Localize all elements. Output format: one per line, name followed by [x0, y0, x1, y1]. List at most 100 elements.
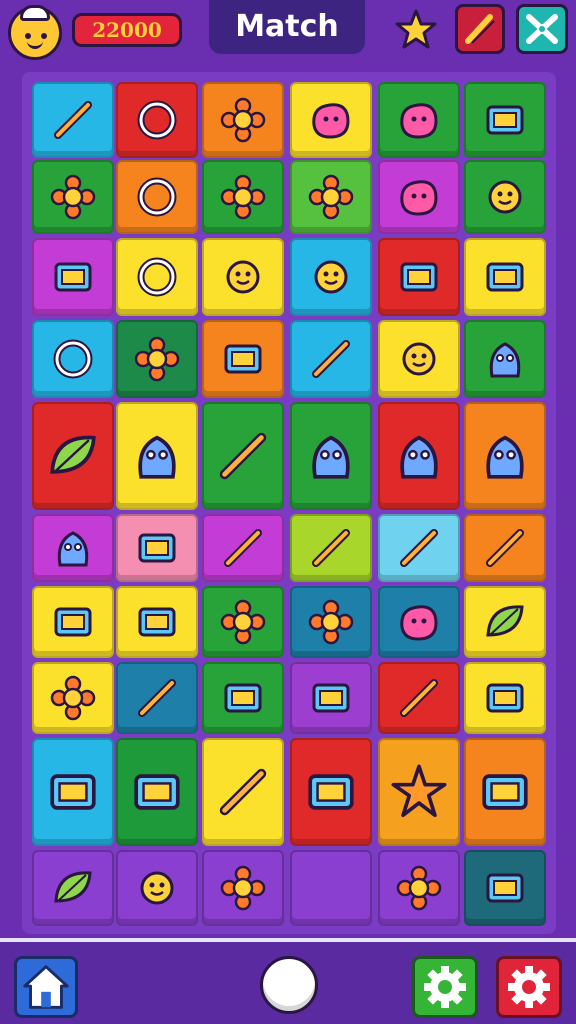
board-tile[interactable] [202, 82, 284, 158]
board-tile[interactable] [290, 586, 372, 658]
board-tile[interactable] [116, 320, 198, 398]
board-tile[interactable] [464, 238, 546, 316]
board-tile[interactable] [32, 160, 114, 234]
board-tile[interactable] [290, 514, 372, 582]
lollipop-icon [138, 679, 176, 717]
disc-record-icon [137, 177, 177, 217]
board-tile[interactable] [202, 662, 284, 734]
board-tile[interactable] [32, 320, 114, 398]
board-tile[interactable] [378, 160, 460, 234]
board-tile[interactable] [202, 514, 284, 582]
board-tile[interactable] [32, 850, 114, 926]
score-counter: 22000 [72, 13, 182, 47]
chef-hat-icon [20, 5, 50, 21]
board-tile[interactable] [378, 320, 460, 398]
bottom-bar [0, 938, 576, 1024]
board-tile[interactable] [290, 82, 372, 158]
board-tile[interactable] [290, 320, 372, 398]
board-tile[interactable] [290, 850, 372, 926]
board-tile[interactable] [378, 850, 460, 926]
board-tile[interactable] [116, 238, 198, 316]
board-tile[interactable] [32, 402, 114, 510]
red-sun-icon [220, 599, 266, 645]
star-icon [395, 9, 437, 49]
board-tile[interactable] [32, 82, 114, 158]
board-tile[interactable] [202, 320, 284, 398]
board-tile[interactable] [202, 738, 284, 846]
board-tile[interactable] [32, 238, 114, 316]
board-tile[interactable] [378, 402, 460, 510]
settings-button-green[interactable] [412, 956, 478, 1018]
board-tile[interactable] [464, 514, 546, 582]
board-tile[interactable] [32, 586, 114, 658]
board-tile[interactable] [290, 662, 372, 734]
board-tile[interactable] [464, 160, 546, 234]
board-tile[interactable] [116, 586, 198, 658]
squid-character-icon [312, 435, 350, 479]
top-bar: 22000 Match [0, 0, 576, 60]
purple-flower-icon [308, 599, 354, 645]
board-tile[interactable] [202, 586, 284, 658]
star-button[interactable] [394, 8, 438, 52]
board-tile[interactable] [116, 738, 198, 846]
speech-monitor-icon [50, 774, 96, 810]
computer-icon [482, 774, 528, 810]
lemon-icon [486, 605, 524, 637]
board-tile[interactable] [32, 514, 114, 582]
robot-bear-icon [486, 435, 524, 479]
board-tile[interactable] [378, 738, 460, 846]
board-tile[interactable] [116, 662, 198, 734]
board-tile[interactable] [290, 402, 372, 510]
octopus-icon [400, 435, 438, 479]
potted-plant-icon [400, 180, 438, 216]
feather-icon [224, 529, 262, 567]
tv-frame-icon [54, 607, 92, 637]
board-tile[interactable] [464, 402, 546, 510]
board-tile[interactable] [116, 514, 198, 582]
tools-button[interactable] [516, 4, 568, 54]
board-tile[interactable] [378, 514, 460, 582]
board-tile[interactable] [378, 82, 460, 158]
board-tile[interactable] [378, 238, 460, 316]
leaf-fruit-icon [54, 871, 92, 903]
board-tile[interactable] [32, 738, 114, 846]
center-circle-button[interactable] [260, 956, 318, 1014]
board-tile[interactable] [202, 850, 284, 926]
fish-icon [489, 342, 521, 378]
board-tile[interactable] [464, 82, 546, 158]
player-avatar[interactable] [8, 5, 62, 60]
board-tile[interactable] [32, 662, 114, 734]
orange-sprocket-icon [220, 865, 266, 911]
board-tile[interactable] [202, 238, 284, 316]
board-tile[interactable] [290, 738, 372, 846]
edit-button[interactable] [455, 4, 505, 54]
film-roll-icon [486, 683, 524, 713]
starfish-icon [57, 531, 89, 567]
board-tile[interactable] [378, 586, 460, 658]
orange-flower-icon [134, 336, 180, 382]
board-tile[interactable] [290, 238, 372, 316]
board-tile[interactable] [290, 160, 372, 234]
settings-button-red[interactable] [496, 956, 562, 1018]
board-tile[interactable] [116, 82, 198, 158]
board-tile[interactable] [464, 850, 546, 926]
cassette-icon [400, 262, 438, 292]
pencil-icon [465, 14, 495, 44]
crown-box-icon [308, 774, 354, 810]
board-tile[interactable] [464, 738, 546, 846]
board-tile[interactable] [464, 320, 546, 398]
green-blob-icon [396, 865, 442, 911]
home-button[interactable] [14, 956, 78, 1018]
board-tile[interactable] [378, 662, 460, 734]
number-two-icon [312, 103, 350, 139]
board-tile[interactable] [202, 160, 284, 234]
ring-icon [53, 339, 93, 379]
board-tile[interactable] [116, 160, 198, 234]
board-tile[interactable] [202, 402, 284, 510]
board-tile[interactable] [116, 402, 198, 510]
key-icon [400, 679, 438, 717]
avatar-mouth-icon [27, 41, 43, 49]
board-tile[interactable] [116, 850, 198, 926]
board-tile[interactable] [464, 662, 546, 734]
board-tile[interactable] [464, 586, 546, 658]
